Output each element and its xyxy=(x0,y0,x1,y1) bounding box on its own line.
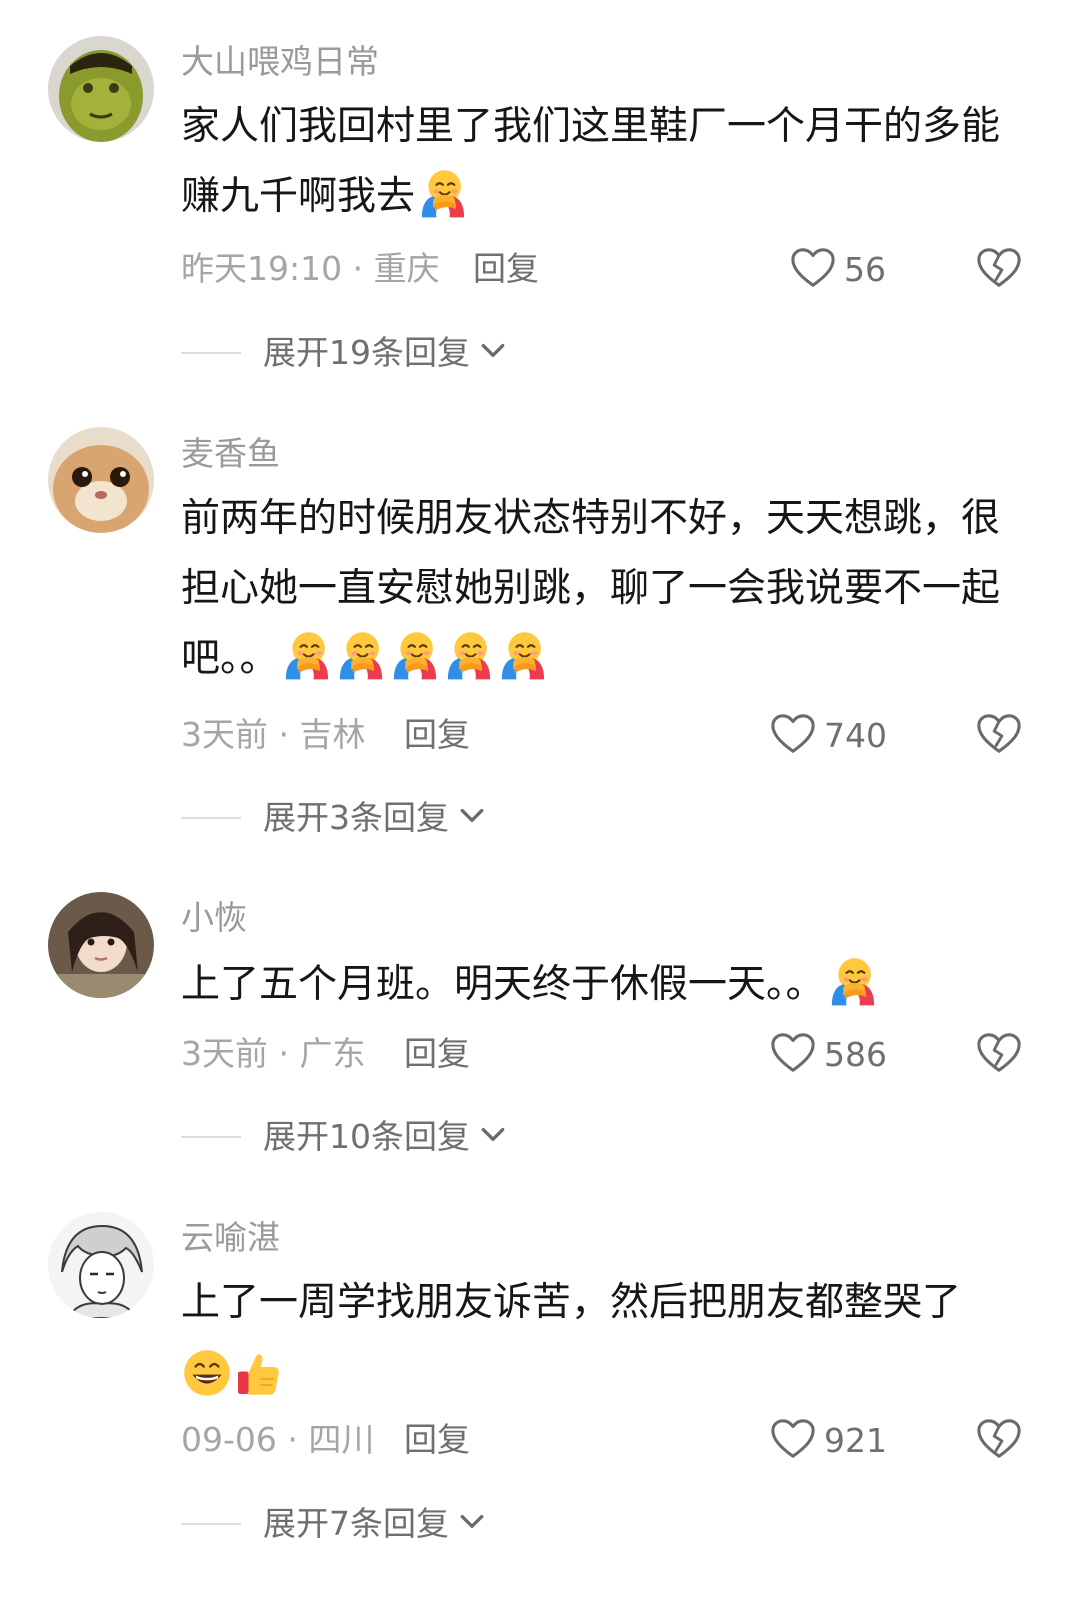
like-button[interactable]: 56 xyxy=(790,246,886,294)
thumbs-up-icon xyxy=(235,1347,283,1422)
reply-button[interactable]: 回复 xyxy=(404,1418,470,1462)
chevron-down-icon xyxy=(459,807,485,829)
expand-replies-button[interactable]: 展开3条回复 xyxy=(181,796,485,840)
broken-heart-icon xyxy=(976,275,1022,294)
like-count: 56 xyxy=(844,250,886,289)
username[interactable]: 麦香鱼 xyxy=(181,434,280,474)
broken-heart-icon xyxy=(976,1446,1022,1465)
comment-text: 上了五个月班。明天终于休假一天。。 xyxy=(181,950,1031,1030)
comment-meta: 昨天19:10 · 重庆 xyxy=(181,249,440,288)
divider xyxy=(181,352,241,354)
heart-icon xyxy=(790,246,836,294)
broken-heart-icon xyxy=(976,1060,1022,1079)
hug-face-icon xyxy=(497,629,549,704)
comment-text-body: 上了一周学找朋友诉苦，然后把朋友都整哭了 xyxy=(181,1280,962,1325)
like-button[interactable]: 586 xyxy=(770,1031,887,1079)
comment-text: 家人们我回村里了我们这里鞋厂一个月干的多能赚九千啊我去 xyxy=(181,92,1031,242)
comment-text-body: 上了五个月班。明天终于休假一天。。 xyxy=(181,962,825,1007)
reply-button[interactable]: 回复 xyxy=(404,713,470,757)
comment-text: 前两年的时候朋友状态特别不好，天天想跳，很担心她一直安慰她别跳，聊了一会我说要不… xyxy=(181,484,1031,704)
hug-face-icon xyxy=(827,955,879,1030)
comment-text-body: 家人们我回村里了我们这里鞋厂一个月干的多能赚九千啊我去 xyxy=(181,104,1001,219)
dislike-button[interactable] xyxy=(976,1417,1022,1465)
reply-button[interactable]: 回复 xyxy=(404,1032,470,1076)
chevron-down-icon xyxy=(459,1513,485,1535)
like-count: 740 xyxy=(824,716,887,755)
comment-meta: 3天前 · 广东 xyxy=(181,1034,366,1073)
like-button[interactable]: 740 xyxy=(770,712,887,760)
heart-icon xyxy=(770,712,816,760)
heart-icon xyxy=(770,1031,816,1079)
avatar[interactable] xyxy=(48,36,154,142)
avatar[interactable] xyxy=(48,427,154,533)
dislike-button[interactable] xyxy=(976,712,1022,760)
hug-face-icon xyxy=(389,629,441,704)
heart-icon xyxy=(770,1417,816,1465)
comment-meta: 3天前 · 吉林 xyxy=(181,715,366,754)
comment-text: 上了一周学找朋友诉苦，然后把朋友都整哭了 xyxy=(181,1268,1031,1422)
divider xyxy=(181,817,241,819)
expand-replies-label: 展开3条回复 xyxy=(263,798,449,837)
username[interactable]: 小恢 xyxy=(181,898,247,938)
hug-face-icon xyxy=(335,629,387,704)
avatar[interactable] xyxy=(48,892,154,998)
dislike-button[interactable] xyxy=(976,1031,1022,1079)
divider xyxy=(181,1136,241,1138)
expand-replies-label: 展开7条回复 xyxy=(263,1504,449,1543)
divider xyxy=(181,1523,241,1525)
expand-replies-button[interactable]: 展开7条回复 xyxy=(181,1502,485,1546)
reply-button[interactable]: 回复 xyxy=(473,247,539,291)
broken-heart-icon xyxy=(976,741,1022,760)
chevron-down-icon xyxy=(480,1126,506,1148)
hug-face-icon xyxy=(443,629,495,704)
expand-replies-button[interactable]: 展开10条回复 xyxy=(181,1115,506,1159)
like-count: 586 xyxy=(824,1035,887,1074)
chevron-down-icon xyxy=(480,342,506,364)
username[interactable]: 云喻湛 xyxy=(181,1218,280,1258)
comment-meta: 09-06 · 四川 xyxy=(181,1420,375,1459)
avatar[interactable] xyxy=(48,1212,154,1318)
username[interactable]: 大山喂鸡日常 xyxy=(181,42,379,82)
like-count: 921 xyxy=(824,1421,887,1460)
expand-replies-label: 展开19条回复 xyxy=(263,333,470,372)
like-button[interactable]: 921 xyxy=(770,1417,887,1465)
dislike-button[interactable] xyxy=(976,246,1022,294)
expand-replies-button[interactable]: 展开19条回复 xyxy=(181,331,506,375)
hug-face-icon xyxy=(417,167,469,242)
grin-face-icon xyxy=(181,1347,233,1422)
expand-replies-label: 展开10条回复 xyxy=(263,1117,470,1156)
hug-face-icon xyxy=(281,629,333,704)
